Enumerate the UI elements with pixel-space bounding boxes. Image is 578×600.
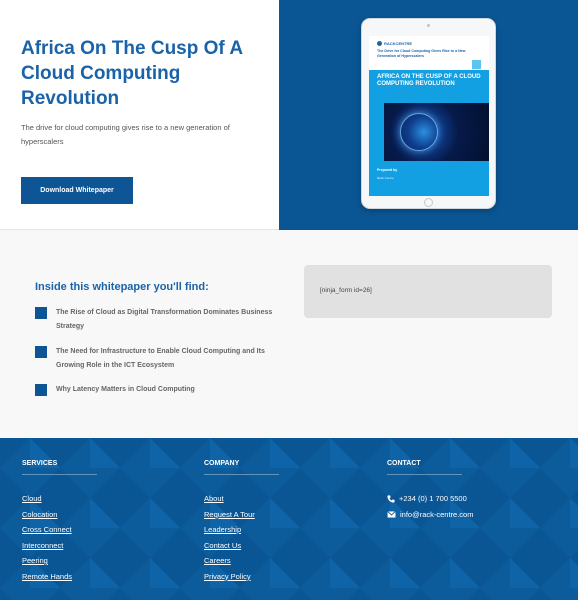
hero-section: Africa On The Cusp Of A Cloud Computing …: [0, 0, 578, 230]
list-item-text: The Need for Infrastructure to Enable Cl…: [56, 348, 265, 369]
hero-image-panel: RACKCENTRE The Drive for Cloud Computing…: [279, 0, 578, 230]
footer-link-contact-us[interactable]: Contact Us: [204, 538, 279, 554]
footer-link-cross-connect[interactable]: Cross Connect: [22, 522, 97, 538]
cover-tagline: The Drive for Cloud Computing Gives Rise…: [377, 49, 466, 58]
footer-link-remote-hands[interactable]: Remote Hands: [22, 569, 97, 585]
footer-services-column: SERVICES Cloud Colocation Cross Connect …: [22, 460, 97, 584]
square-bullet-icon: [35, 307, 47, 319]
footer-company-column: COMPANY About Request A Tour Leadership …: [204, 460, 279, 584]
footer-link-peering[interactable]: Peering: [22, 553, 97, 569]
phone-icon: [387, 495, 395, 503]
divider: [204, 474, 279, 475]
footer-link-careers[interactable]: Careers: [204, 553, 279, 569]
footer-link-about[interactable]: About: [204, 491, 279, 507]
footer-link-cloud[interactable]: Cloud: [22, 491, 97, 507]
services-heading: SERVICES: [22, 460, 58, 467]
hero-subtitle: The drive for cloud computing gives rise…: [21, 123, 230, 146]
footer-link-request-tour[interactable]: Request A Tour: [204, 507, 279, 523]
footer-link-colocation[interactable]: Colocation: [22, 507, 97, 523]
list-item: The Need for Infrastructure to Enable Cl…: [35, 345, 281, 373]
contents-heading: Inside this whitepaper you'll find:: [35, 281, 209, 293]
contact-details: +234 (0) 1 700 5500 info@rack-centre.com: [387, 491, 473, 522]
footer-link-interconnect[interactable]: Interconnect: [22, 538, 97, 554]
form-shortcode: [ninja_form id=26]: [320, 287, 372, 294]
cover-band: AFRICA ON THE CUSP OF A CLOUD COMPUTING …: [369, 70, 489, 196]
contact-phone[interactable]: +234 (0) 1 700 5500: [387, 491, 473, 507]
tablet-home-button: [424, 198, 433, 207]
envelope-icon: [387, 510, 396, 518]
square-bullet-icon: [35, 384, 47, 396]
list-item: Why Latency Matters in Cloud Computing: [35, 383, 281, 397]
email-address: info@rack-centre.com: [400, 509, 474, 519]
cover-logo: RACKCENTRE: [377, 41, 412, 46]
services-links: Cloud Colocation Cross Connect Interconn…: [22, 491, 97, 584]
cover-title: AFRICA ON THE CUSP OF A CLOUD COMPUTING …: [377, 74, 481, 87]
page-title: Africa On The Cusp Of A Cloud Computing …: [21, 38, 243, 109]
cover-prepared-label: Prepared by: [377, 168, 398, 172]
cover-prepared-by: Rack Centre: [377, 176, 394, 180]
globe-image: [384, 103, 489, 161]
footer-link-privacy-policy[interactable]: Privacy Policy: [204, 569, 279, 585]
list-item-text: The Rise of Cloud as Digital Transformat…: [56, 309, 273, 330]
site-footer: SERVICES Cloud Colocation Cross Connect …: [0, 438, 578, 600]
globe-icon: [400, 113, 438, 151]
tablet-camera: [427, 24, 430, 27]
footer-link-leadership[interactable]: Leadership: [204, 522, 279, 538]
cover-accent-square: [472, 60, 481, 69]
divider: [387, 474, 462, 475]
phone-number: +234 (0) 1 700 5500: [399, 494, 467, 503]
download-form-box: [ninja_form id=26]: [304, 265, 552, 318]
list-item-text: Why Latency Matters in Cloud Computing: [56, 386, 195, 393]
company-heading: COMPANY: [204, 460, 240, 467]
contact-heading: CONTACT: [387, 460, 421, 467]
hero-text-panel: Africa On The Cusp Of A Cloud Computing …: [0, 0, 279, 230]
whitepaper-contents-section: Inside this whitepaper you'll find: The …: [0, 230, 578, 438]
square-bullet-icon: [35, 346, 47, 358]
footer-contact-column: CONTACT +234 (0) 1 700 5500 info@rack-ce…: [387, 460, 473, 522]
divider: [22, 474, 97, 475]
contact-email[interactable]: info@rack-centre.com: [387, 507, 473, 523]
list-item: The Rise of Cloud as Digital Transformat…: [35, 306, 281, 334]
whitepaper-cover: RACKCENTRE The Drive for Cloud Computing…: [369, 36, 489, 196]
company-links: About Request A Tour Leadership Contact …: [204, 491, 279, 584]
cover-logo-text: RACKCENTRE: [384, 41, 412, 46]
tablet-mockup: RACKCENTRE The Drive for Cloud Computing…: [361, 18, 496, 209]
download-whitepaper-button[interactable]: Download Whitepaper: [21, 177, 133, 204]
